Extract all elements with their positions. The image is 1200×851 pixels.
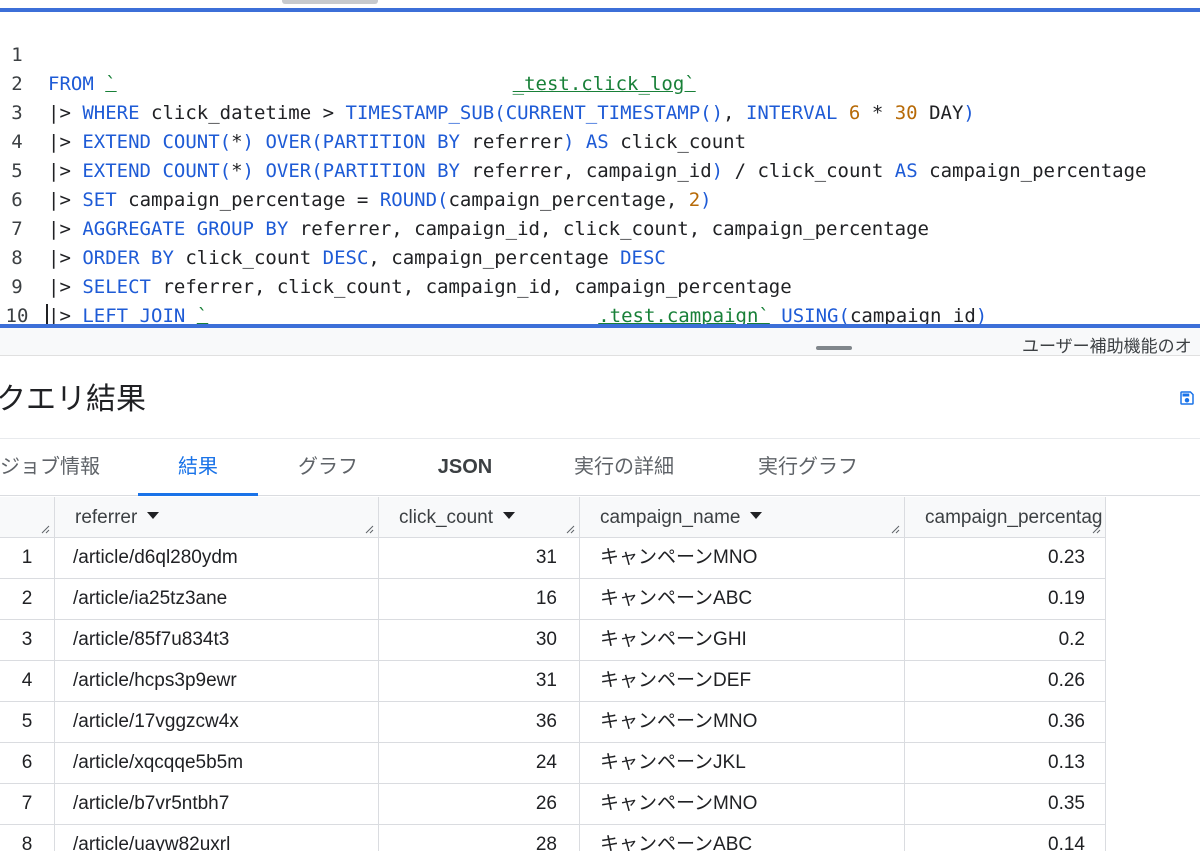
campaign-name-cell: キャンペーンJKL xyxy=(580,743,905,783)
code-line: 11 xyxy=(0,302,1200,324)
campaign-name-cell: キャンペーンABC xyxy=(580,825,905,851)
code-line: 8 |> SELECT referrer, click_count, campa… xyxy=(0,215,1200,298)
referrer-cell: /article/xqcqqe5b5m xyxy=(55,743,379,783)
code-line: 4 |> EXTEND COUNT(*) OVER(PARTITION BY r… xyxy=(0,99,1200,182)
tab-results[interactable]: 結果 xyxy=(138,439,258,497)
code-line: 3 |> EXTEND COUNT(*) OVER(PARTITION BY r… xyxy=(0,70,1200,153)
campaign-percentage-cell: 0.2 xyxy=(905,620,1106,660)
table-row[interactable]: 7/article/b7vr5ntbh7 26 キャンペーンMNO 0.35 xyxy=(0,784,1106,825)
table-row[interactable]: 1/article/d6ql280ydm 31 キャンペーンMNO 0.23 xyxy=(0,538,1106,579)
campaign-name-cell: キャンペーンDEF xyxy=(580,661,905,701)
accessibility-options-text[interactable]: ユーザー補助機能のオ xyxy=(1022,332,1192,357)
campaign-name-cell: キャンペーンMNO xyxy=(580,784,905,824)
results-title: クエリ結果 xyxy=(0,383,146,416)
row-index-cell: 1 xyxy=(0,538,55,578)
table-row[interactable]: 4/article/hcps3p9ewr 31 キャンペーンDEF 0.26 xyxy=(0,661,1106,702)
campaign-name-cell: キャンペーンABC xyxy=(580,579,905,619)
row-index-cell: 8 xyxy=(0,825,55,851)
referrer-cell: /article/17vggzcw4x xyxy=(55,702,379,742)
editor-results-divider: ユーザー補助機能のオ xyxy=(0,328,1200,356)
header-campaign-name[interactable]: campaign_name xyxy=(580,497,905,538)
tab-execution-graph[interactable]: 実行グラフ xyxy=(738,439,878,497)
header-campaign-percentage[interactable]: campaign_percentag xyxy=(905,497,1106,538)
campaign-percentage-cell: 0.26 xyxy=(905,661,1106,701)
campaign-name-cell: キャンペーンMNO xyxy=(580,538,905,578)
campaign-percentage-cell: 0.36 xyxy=(905,702,1106,742)
code-line: 10 |> SELECT referrer, click_count, camp… xyxy=(0,273,1200,324)
click-count-cell: 31 xyxy=(379,538,580,578)
campaign-percentage-cell: 0.35 xyxy=(905,784,1106,824)
results-tabs: ジョブ情報 結果 グラフ JSON 実行の詳細 実行グラフ xyxy=(0,438,1200,496)
click-count-cell: 26 xyxy=(379,784,580,824)
click-count-cell: 28 xyxy=(379,825,580,851)
header-click-count[interactable]: click_count xyxy=(379,497,580,538)
tab-chart[interactable]: グラフ xyxy=(278,439,378,497)
code-line: 7 |> ORDER BY click_count DESC, campaign… xyxy=(0,186,1200,269)
row-index-cell: 5 xyxy=(0,702,55,742)
tab-json[interactable]: JSON xyxy=(420,439,510,497)
row-index-cell: 3 xyxy=(0,620,55,660)
campaign-percentage-cell: 0.13 xyxy=(905,743,1106,783)
save-icon[interactable] xyxy=(1178,389,1196,407)
sort-arrow-icon[interactable] xyxy=(750,512,763,520)
campaign-percentage-cell: 0.19 xyxy=(905,579,1106,619)
referrer-cell: /article/uayw82uxrl xyxy=(55,825,379,851)
panel-resize-handle-top[interactable] xyxy=(282,0,378,4)
table-row[interactable]: 5/article/17vggzcw4x 36 キャンペーンMNO 0.36 xyxy=(0,702,1106,743)
click-count-cell: 24 xyxy=(379,743,580,783)
click-count-cell: 36 xyxy=(379,702,580,742)
code-line: 2 |> WHERE click_datetime > TIMESTAMP_SU… xyxy=(0,41,1200,124)
resize-handle-icon[interactable] xyxy=(1091,524,1101,534)
table-row[interactable]: 8/article/uayw82uxrl 28 キャンペーンABC 0.14 xyxy=(0,825,1106,851)
campaign-percentage-cell: 0.23 xyxy=(905,538,1106,578)
sort-arrow-icon[interactable] xyxy=(147,512,160,520)
code-line: 9 |> LEFT JOIN ` .test.campaign` USING(ca… xyxy=(0,244,1200,324)
campaign-name-cell: キャンペーンMNO xyxy=(580,702,905,742)
header-index-cell xyxy=(0,497,55,538)
drag-handle-icon[interactable] xyxy=(816,346,852,350)
resize-handle-icon[interactable] xyxy=(40,524,50,534)
row-index-cell: 2 xyxy=(0,579,55,619)
click-count-cell: 30 xyxy=(379,620,580,660)
click-count-cell: 16 xyxy=(379,579,580,619)
table-header-row: referrer click_count campaign_name campa… xyxy=(0,497,1106,538)
tab-execution-details[interactable]: 実行の詳細 xyxy=(554,439,694,497)
row-index-cell: 4 xyxy=(0,661,55,701)
sql-editor[interactable]: 1 FROM ` _test.click_log` 2 |> WHERE clic… xyxy=(0,12,1200,324)
campaign-percentage-cell: 0.14 xyxy=(905,825,1106,851)
row-index-cell: 6 xyxy=(0,743,55,783)
sort-arrow-icon[interactable] xyxy=(503,512,515,520)
table-row[interactable]: 3/article/85f7u834t3 30 キャンペーンGHI 0.2 xyxy=(0,620,1106,661)
resize-handle-icon[interactable] xyxy=(364,524,374,534)
table-row[interactable]: 2/article/ia25tz3ane 16 キャンペーンABC 0.19 xyxy=(0,579,1106,620)
campaign-name-cell: キャンペーンGHI xyxy=(580,620,905,660)
table-row[interactable]: 6/article/xqcqqe5b5m 24 キャンペーンJKL 0.13 xyxy=(0,743,1106,784)
resize-handle-icon[interactable] xyxy=(565,524,575,534)
referrer-cell: /article/b7vr5ntbh7 xyxy=(55,784,379,824)
text-cursor xyxy=(46,304,48,324)
referrer-cell: /article/hcps3p9ewr xyxy=(55,661,379,701)
code-line: 1 FROM ` _test.click_log` xyxy=(0,12,1200,95)
row-index-cell: 7 xyxy=(0,784,55,824)
referrer-cell: /article/ia25tz3ane xyxy=(55,579,379,619)
header-referrer[interactable]: referrer xyxy=(55,497,379,538)
code-line: 5 |> SET campaign_percentage = ROUND(cam… xyxy=(0,128,1200,211)
resize-handle-icon[interactable] xyxy=(890,524,900,534)
tab-job-info[interactable]: ジョブ情報 xyxy=(0,439,104,497)
referrer-cell: /article/85f7u834t3 xyxy=(55,620,379,660)
code-line: 6 |> AGGREGATE GROUP BY referrer, campai… xyxy=(0,157,1200,240)
referrer-cell: /article/d6ql280ydm xyxy=(55,538,379,578)
active-tab-indicator xyxy=(138,493,258,496)
click-count-cell: 31 xyxy=(379,661,580,701)
